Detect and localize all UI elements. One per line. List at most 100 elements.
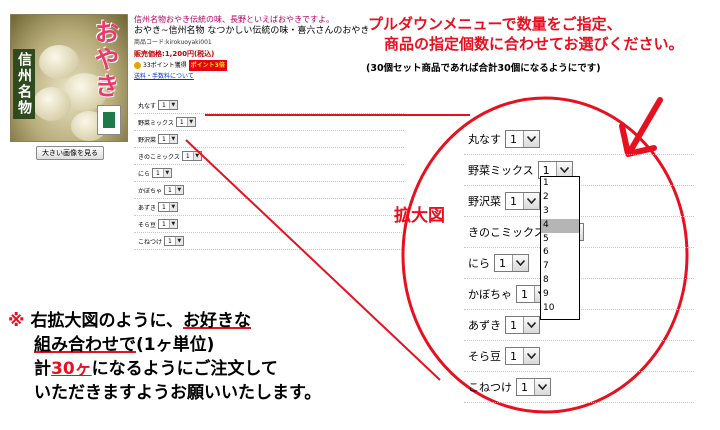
- flavor-label: きのこミックス: [468, 226, 545, 239]
- quantity-select[interactable]: 1: [505, 347, 540, 365]
- product-image[interactable]: おやき 信州名物: [10, 14, 128, 142]
- quantity-select[interactable]: 1: [505, 130, 540, 148]
- flavor-row: そら豆 1 ▼: [134, 216, 404, 233]
- chevron-down-icon: ▼: [186, 118, 195, 126]
- quantity-value: 1: [162, 203, 166, 211]
- chevron-down-icon: [512, 255, 528, 271]
- quantity-value: 1: [510, 318, 517, 332]
- flavor-label: こねつけ: [138, 238, 163, 246]
- flavor-select-list: 丸なす 1 ▼ 野菜ミックス 1 ▼ 野沢菜 1 ▼ きのこミックス 1 ▼ にら 1 ▼ かぼちゃ…: [134, 97, 404, 250]
- shipping-link[interactable]: 送料・手数料について: [134, 71, 374, 82]
- catch-copy: 信州名物おやき伝統の味、長野といえばおやきですよ。: [134, 15, 334, 24]
- quantity-value: 1: [168, 237, 172, 245]
- instruction-line: 計30ヶになるようにご注文して: [8, 357, 321, 381]
- point-row: 33ポイント獲得 ポイント3倍: [134, 60, 374, 71]
- zoom-label: 拡大図: [394, 206, 445, 226]
- flavor-label: あずき: [138, 204, 157, 212]
- bonus-badge: ポイント3倍: [188, 60, 227, 71]
- price-value: 1,200円(税込): [164, 50, 215, 58]
- quantity-select[interactable]: 1 ▼: [158, 202, 178, 212]
- product-image-title: おやき: [91, 19, 120, 100]
- quantity-select[interactable]: 1: [505, 316, 540, 334]
- dropdown-option[interactable]: 2: [541, 191, 579, 205]
- dropdown-option[interactable]: 3: [541, 205, 579, 219]
- flavor-label: 野沢菜: [138, 136, 157, 144]
- quantity-select[interactable]: 1 ▼: [164, 185, 184, 195]
- quantity-select[interactable]: 1: [494, 254, 529, 272]
- chevron-down-icon: ▼: [168, 135, 177, 143]
- product-image-subtitle: 信州名物: [13, 49, 35, 119]
- instruction-text: (1ヶ単位): [136, 335, 215, 355]
- instruction-text: いただきますようお願いいたします。: [34, 383, 322, 403]
- flavor-label: にら: [468, 257, 490, 270]
- chevron-down-icon: ▼: [168, 101, 177, 109]
- flavor-row: 野沢菜 1 ▼: [134, 131, 404, 148]
- dropdown-option[interactable]: 1: [541, 177, 579, 191]
- zoom-flavor-row: 丸なす 1: [464, 124, 694, 155]
- quantity-select[interactable]: 1 ▼: [181, 151, 202, 161]
- flavor-row: かぼちゃ 1 ▼: [134, 182, 404, 199]
- flavor-label: こねつけ: [468, 381, 512, 394]
- points-text: 33ポイント獲得: [143, 62, 187, 69]
- point-icon: [134, 62, 141, 69]
- quantity-select[interactable]: 1 ▼: [152, 168, 172, 178]
- flavor-label: 丸なす: [468, 133, 501, 146]
- quantity-value: 1: [162, 101, 166, 109]
- zoom-flavor-row: こねつけ 1: [464, 372, 694, 403]
- quantity-value: 1: [168, 186, 172, 194]
- quantity-value: 1: [162, 220, 166, 228]
- flavor-label: にら: [138, 170, 151, 178]
- quantity-value: 1: [521, 380, 528, 394]
- dropdown-option[interactable]: 7: [541, 260, 579, 274]
- chevron-down-icon: ▼: [168, 220, 177, 228]
- dropdown-option[interactable]: 6: [541, 246, 579, 260]
- instruction-line: 組み合わせで(1ヶ単位): [8, 333, 321, 357]
- quantity-value: 1: [179, 118, 184, 126]
- dropdown-option-highlighted[interactable]: 4: [541, 218, 579, 233]
- instruction-heading: プルダウンメニューで数量をご指定、: [368, 15, 622, 33]
- oyaki-bun-illustration: [33, 87, 71, 121]
- price-label: 販売価格:: [134, 50, 165, 58]
- instruction-line: いただきますようお願いいたします。: [8, 381, 321, 405]
- chevron-down-icon: [523, 131, 539, 147]
- chevron-down-icon: ▼: [168, 203, 177, 211]
- instruction-text: 計: [34, 359, 51, 379]
- order-instructions: ※ 右拡大図のように、お好きな 組み合わせで(1ヶ単位) 計30ヶになるようにご注…: [8, 309, 321, 405]
- instruction-emphasis: 組み合わせで: [34, 335, 136, 355]
- quantity-select[interactable]: 1 ▼: [175, 117, 196, 127]
- flavor-label: あずき: [468, 319, 501, 332]
- flavor-label: 野沢菜: [468, 195, 501, 208]
- quantity-select[interactable]: 1: [516, 378, 551, 396]
- quantity-select[interactable]: 1 ▼: [164, 236, 184, 246]
- package-icon: [97, 105, 121, 135]
- dropdown-option[interactable]: 9: [541, 288, 579, 302]
- flavor-label: そら豆: [138, 221, 157, 229]
- quantity-select[interactable]: 1 ▼: [158, 100, 178, 110]
- zoom-flavor-row: そら豆 1: [464, 341, 694, 372]
- quantity-value: 1: [510, 194, 517, 208]
- quantity-value: 1: [499, 256, 506, 270]
- dropdown-option[interactable]: 5: [541, 233, 579, 247]
- flavor-row: きのこミックス 1 ▼: [134, 148, 404, 165]
- flavor-label: かぼちゃ: [138, 187, 163, 195]
- quantity-select[interactable]: 1: [505, 192, 540, 210]
- quantity-value: 1: [510, 132, 517, 146]
- reference-mark: ※: [8, 311, 25, 331]
- quantity-select[interactable]: 1 ▼: [158, 219, 178, 229]
- view-large-image-button[interactable]: 大きい画像を見る: [36, 146, 104, 160]
- dropdown-option[interactable]: 8: [541, 274, 579, 288]
- chevron-down-icon: [523, 348, 539, 364]
- instruction-quantity: 30ヶ: [51, 359, 92, 379]
- chevron-down-icon: ▼: [174, 237, 183, 245]
- quantity-value: 1: [162, 135, 166, 143]
- flavor-label: かぼちゃ: [468, 288, 512, 301]
- quantity-value: 1: [542, 163, 550, 177]
- dropdown-option[interactable]: 10: [541, 302, 579, 316]
- flavor-row: あずき 1 ▼: [134, 199, 404, 216]
- product-title: おやき~信州名物 なつかしい伝統の味・喜六さんのおやき: [134, 26, 370, 36]
- flavor-row: 丸なす 1 ▼: [134, 97, 404, 114]
- chevron-down-icon: [534, 379, 550, 395]
- quantity-select[interactable]: 1 ▼: [158, 134, 178, 144]
- quantity-value: 1: [510, 349, 517, 363]
- chevron-down-icon: ▼: [174, 186, 183, 194]
